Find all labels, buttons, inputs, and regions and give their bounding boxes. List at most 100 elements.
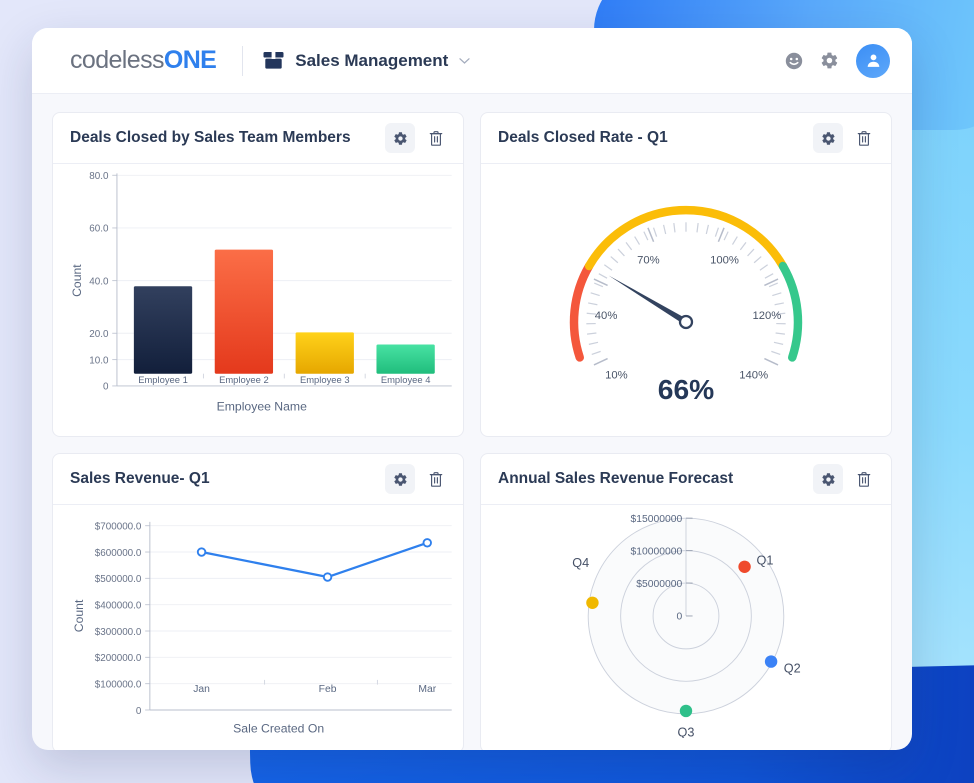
dashboard-grid: Deals Closed by Sales Team Members 80.0 …: [32, 94, 912, 750]
card-deals-closed-by-members: Deals Closed by Sales Team Members 80.0 …: [52, 112, 464, 437]
polar-point-q4: [586, 596, 599, 610]
header-icon-group: [785, 43, 890, 78]
gear-icon: [821, 472, 835, 486]
polar-label-q3: Q3: [678, 725, 695, 738]
line-series: [201, 541, 428, 579]
svg-text:Mar: Mar: [418, 684, 436, 695]
bar-employee-1: [133, 286, 193, 374]
card-actions: [385, 464, 449, 494]
card-settings-button[interactable]: [813, 123, 843, 153]
bar-chart: 80.0 60.0 40.0 20.0 10.0 0 Count Employe…: [70, 171, 452, 413]
card-title: Sales Revenue- Q1: [70, 470, 210, 487]
svg-text:$400000.0: $400000.0: [95, 600, 142, 611]
header-divider: [242, 45, 244, 76]
polar-chart: $15000000 $10000000 $5000000 0 Q1 Q2 Q3 …: [572, 514, 801, 738]
svg-text:Employee Name: Employee Name: [217, 399, 308, 413]
trash-icon: [857, 471, 871, 487]
card-settings-button[interactable]: [813, 464, 843, 494]
svg-text:Count: Count: [72, 599, 86, 632]
svg-text:0: 0: [676, 612, 682, 623]
card-body: $15000000 $10000000 $5000000 0 Q1 Q2 Q3 …: [481, 505, 891, 750]
polar-label-q1: Q1: [757, 553, 774, 567]
card-settings-button[interactable]: [385, 464, 415, 494]
card-header: Sales Revenue- Q1: [53, 454, 463, 505]
svg-text:120%: 120%: [752, 310, 781, 322]
svg-text:Employee 1: Employee 1: [138, 374, 188, 385]
svg-text:70%: 70%: [637, 255, 660, 267]
card-settings-button[interactable]: [385, 123, 415, 153]
gauge-needle: [608, 275, 688, 325]
svg-text:Employee 4: Employee 4: [381, 374, 431, 385]
point-mar: [422, 538, 432, 548]
svg-text:0: 0: [103, 382, 109, 393]
card-header: Annual Sales Revenue Forecast: [481, 454, 891, 505]
svg-text:Count: Count: [70, 264, 84, 297]
svg-text:$10000000: $10000000: [631, 546, 683, 557]
card-delete-button[interactable]: [851, 123, 877, 153]
logo-text-primary: codeless: [70, 46, 164, 74]
svg-text:20.0: 20.0: [89, 329, 109, 340]
trash-icon: [429, 130, 443, 146]
card-body: $700000.0 $600000.0 $500000.0 $400000.0 …: [53, 505, 463, 750]
card-deals-closed-rate: Deals Closed Rate - Q1 10% 40% 70% 100% …: [480, 112, 892, 437]
user-avatar[interactable]: [856, 43, 890, 78]
gear-icon: [393, 131, 407, 145]
polar-point-q3: [679, 704, 693, 718]
gauge-value-label: 66%: [658, 373, 714, 405]
svg-text:$500000.0: $500000.0: [95, 574, 142, 585]
svg-text:40%: 40%: [595, 310, 618, 322]
card-delete-button[interactable]: [851, 464, 877, 494]
card-annual-sales-forecast: Annual Sales Revenue Forecast $15000000 …: [480, 453, 892, 750]
card-delete-button[interactable]: [423, 123, 449, 153]
svg-text:Employee 2: Employee 2: [219, 374, 269, 385]
gauge-hub: [678, 314, 694, 330]
bar-employee-3: [295, 332, 354, 374]
svg-text:10%: 10%: [605, 369, 628, 381]
app-window: codelessONE Sales Management Deals Close…: [32, 28, 912, 750]
app-name-label: Sales Management: [295, 50, 449, 70]
card-actions: [813, 123, 877, 153]
polar-point-q1: [738, 560, 751, 573]
card-actions: [813, 464, 877, 494]
svg-text:$100000.0: $100000.0: [95, 679, 142, 690]
app-selector[interactable]: Sales Management: [263, 51, 470, 71]
svg-text:0: 0: [136, 706, 142, 717]
card-title: Deals Closed by Sales Team Members: [70, 129, 351, 146]
card-body: 10% 40% 70% 100% 120% 140% 66%: [481, 164, 891, 436]
trash-icon: [857, 130, 871, 146]
gear-icon[interactable]: [820, 51, 839, 70]
card-actions: [385, 123, 449, 153]
svg-text:$700000.0: $700000.0: [95, 521, 142, 532]
card-title: Annual Sales Revenue Forecast: [498, 470, 734, 487]
svg-text:$300000.0: $300000.0: [95, 627, 142, 638]
logo-text-accent: ONE: [163, 46, 217, 74]
polar-label-q2: Q2: [784, 661, 801, 675]
svg-text:Sale Created On: Sale Created On: [233, 722, 324, 736]
card-title: Deals Closed Rate - Q1: [498, 129, 668, 146]
app-logo[interactable]: codelessONE: [70, 46, 217, 75]
point-feb: [322, 572, 333, 582]
svg-text:Jan: Jan: [193, 684, 210, 695]
line-chart: $700000.0 $600000.0 $500000.0 $400000.0 …: [72, 521, 452, 736]
polar-label-q4: Q4: [572, 556, 589, 570]
point-jan: [196, 547, 207, 557]
smiley-icon[interactable]: [785, 52, 803, 70]
svg-text:$5000000: $5000000: [636, 579, 682, 590]
bar-employee-2: [214, 249, 274, 374]
trash-icon: [429, 471, 443, 487]
card-delete-button[interactable]: [423, 464, 449, 494]
svg-text:10.0: 10.0: [89, 355, 109, 366]
gear-icon: [821, 131, 835, 145]
card-header: Deals Closed by Sales Team Members: [53, 113, 463, 164]
card-sales-revenue-q1: Sales Revenue- Q1 $700000.0 $600000.0 $5…: [52, 453, 464, 750]
svg-text:60.0: 60.0: [89, 224, 109, 235]
card-body: 80.0 60.0 40.0 20.0 10.0 0 Count Employe…: [53, 164, 463, 436]
chevron-down-icon[interactable]: [459, 52, 470, 70]
bar-employee-4: [376, 344, 435, 374]
svg-text:$200000.0: $200000.0: [95, 653, 142, 664]
svg-text:140%: 140%: [739, 369, 768, 381]
gauge-chart: 10% 40% 70% 100% 120% 140% 66%: [569, 205, 803, 405]
svg-text:80.0: 80.0: [89, 171, 109, 182]
gear-icon: [393, 472, 407, 486]
svg-text:$600000.0: $600000.0: [95, 548, 142, 559]
